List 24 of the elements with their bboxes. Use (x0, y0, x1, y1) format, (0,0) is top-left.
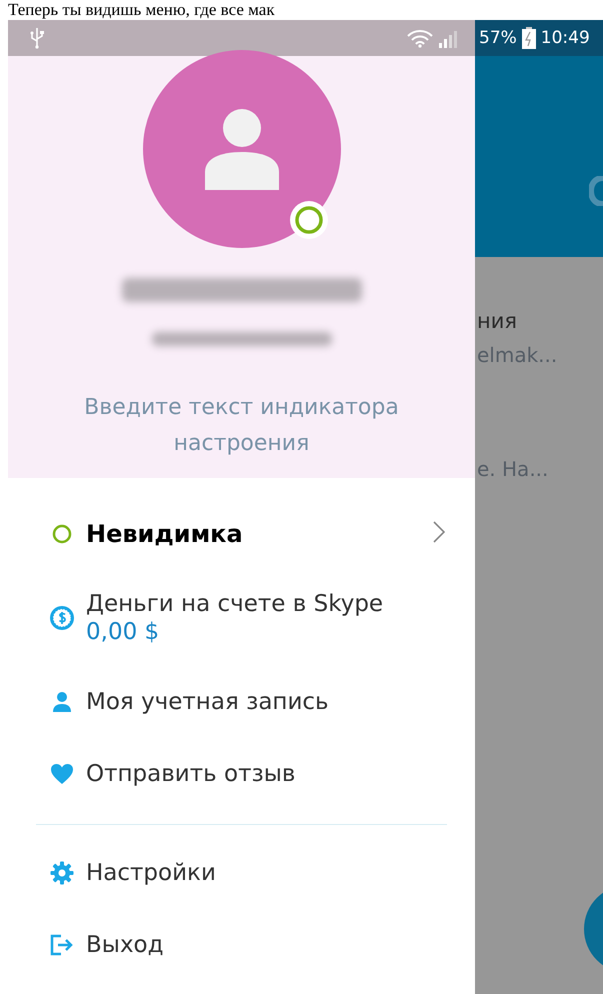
caption-text: Теперь ты видишь меню, где все мак (7, 0, 276, 20)
conversation-preview: elmak... (476, 343, 558, 367)
menu-item[interactable]: Настройки (8, 837, 475, 909)
presence-ring-icon (52, 524, 72, 544)
conversation-preview: е. На... (476, 457, 550, 481)
menu-item[interactable]: Моя учетная запись (8, 666, 475, 738)
presence-ring-icon (288, 200, 328, 240)
chevron-right-icon (433, 521, 445, 543)
wifi-icon (407, 30, 433, 48)
battery-percent: 57% (479, 28, 517, 48)
conversation-title: ния (476, 309, 518, 333)
person-icon (51, 691, 73, 713)
heart-icon (50, 763, 74, 785)
battery-charging-icon (522, 27, 536, 49)
menu-item[interactable]: Деньги на счете в Skype 0,00 $ (8, 570, 475, 666)
menu-item[interactable]: Невидимка (8, 498, 475, 570)
coin-icon (49, 605, 75, 631)
menu-item[interactable]: Отправить отзыв (8, 738, 475, 810)
clock: 10:49 (540, 28, 590, 48)
exit-icon (50, 934, 74, 956)
person-silhouette-icon (202, 108, 280, 190)
usb-icon (30, 27, 44, 49)
menu-item[interactable]: Выход (8, 909, 475, 981)
balance-amount: 0,00 $ (86, 619, 160, 645)
